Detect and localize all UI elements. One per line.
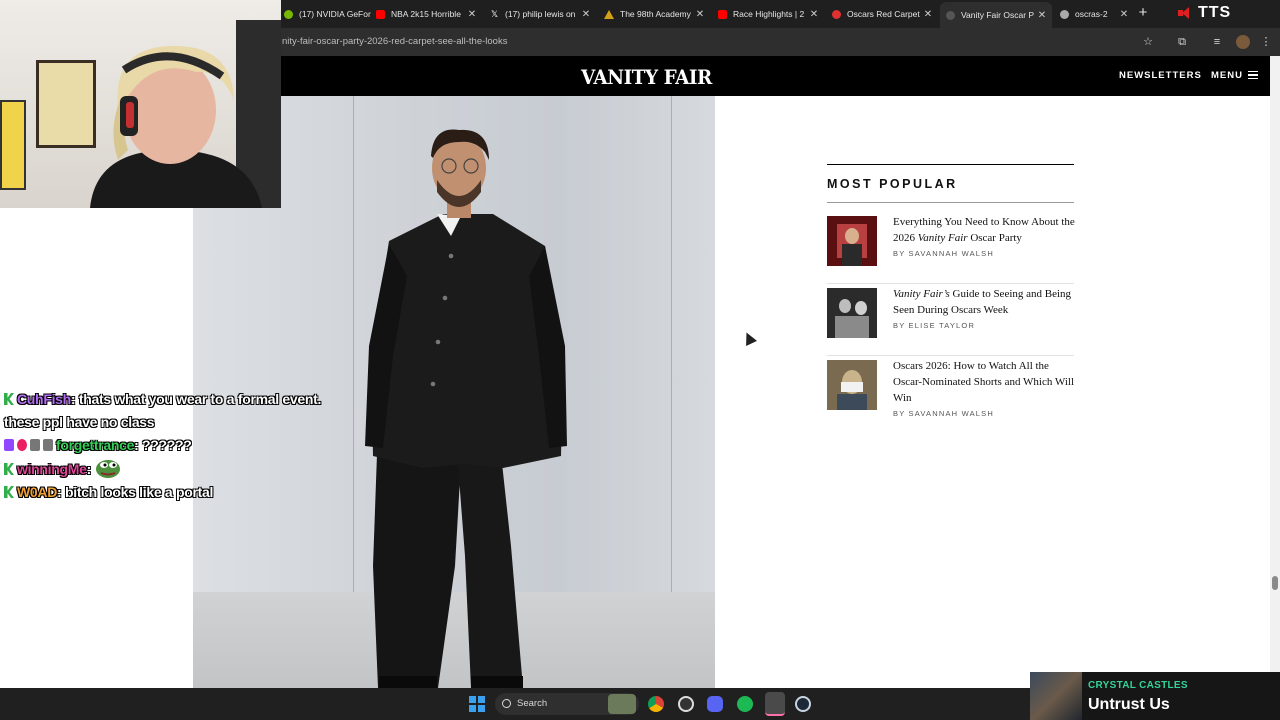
heart-badge-icon <box>17 439 27 451</box>
tab-title: Oscars Red Carpet <box>847 9 920 19</box>
youtube-icon <box>376 9 385 19</box>
popular-item[interactable]: Everything You Need to Know About the 20… <box>827 212 1075 284</box>
search-label: Search <box>517 698 548 709</box>
obs-icon[interactable] <box>678 696 694 712</box>
article-byline: BY ELISE TAYLOR <box>893 321 976 330</box>
tab-title: oscras-2 <box>1075 9 1108 19</box>
chat-text: ?????? <box>142 437 192 453</box>
section-heading: MOST POPULAR <box>827 177 1074 203</box>
now-playing-widget: CRYSTAL CASTLES Untrust Us <box>1030 672 1280 720</box>
chat-username: W0AD <box>17 484 58 500</box>
vf-icon <box>946 10 955 20</box>
most-popular-section: MOST POPULAR Everything You Need to Know… <box>827 164 1075 428</box>
article-thumbnail[interactable] <box>827 216 877 266</box>
search-icon <box>502 699 511 708</box>
tab-5[interactable]: Oscars Red Carpet ✕ <box>826 4 938 24</box>
sub-badge-icon <box>43 439 53 451</box>
menu-button[interactable]: MENU <box>1211 70 1243 81</box>
album-art <box>1030 672 1082 720</box>
mute-icon <box>1178 7 1192 19</box>
chrome-icon[interactable] <box>648 696 664 712</box>
article-byline: BY SAVANNAH WALSH <box>893 249 994 258</box>
tab-title: (17) NVIDIA GeFor <box>299 9 371 19</box>
popular-item[interactable]: Vanity Fair’s Guide to Seeing and Being … <box>827 284 1074 356</box>
more-menu-icon[interactable]: ⋮ <box>1259 35 1273 49</box>
kick-badge-icon <box>4 463 14 475</box>
chat-message: winningMe: <box>4 457 324 481</box>
close-icon[interactable]: ✕ <box>1036 10 1048 21</box>
app-icon[interactable] <box>765 692 785 716</box>
artist-name: CRYSTAL CASTLES <box>1088 680 1188 691</box>
tab-3[interactable]: The 98th Academy ✕ <box>598 4 710 24</box>
start-icon[interactable] <box>469 696 485 712</box>
hamburger-icon[interactable] <box>1248 71 1258 79</box>
bookmark-star-icon[interactable]: ☆ <box>1141 35 1155 49</box>
discord-icon[interactable] <box>707 696 723 712</box>
tts-label: TTS <box>1198 4 1232 21</box>
kick-badge-icon <box>4 393 14 405</box>
mouse-cursor-icon <box>741 330 757 346</box>
tab-2[interactable]: 𝕏 (17) philip lewis on ✕ <box>484 4 596 24</box>
x-icon: 𝕏 <box>490 8 499 19</box>
chat-username: winningMe <box>17 461 87 477</box>
link-icon <box>1060 9 1069 19</box>
media-icon[interactable]: ≡ <box>1210 35 1224 49</box>
close-icon[interactable]: ✕ <box>580 9 592 20</box>
close-icon[interactable]: ✕ <box>694 9 706 20</box>
popular-item[interactable]: Oscars 2026: How to Watch All the Oscar-… <box>827 356 1074 428</box>
widgets-icon[interactable] <box>608 694 636 714</box>
tts-indicator: TTS <box>1178 4 1231 22</box>
chat-username: CuhFish <box>17 391 71 407</box>
close-icon[interactable]: ✕ <box>1118 9 1130 20</box>
tab-title: Race Highlights | 2 <box>733 9 805 19</box>
pepe-emote-icon <box>95 460 120 478</box>
vf-icon <box>832 9 841 19</box>
sub-badge-icon <box>30 439 40 451</box>
warning-icon <box>604 9 614 19</box>
chat-message: W0AD: bitch looks like a portal <box>4 481 324 504</box>
article-title[interactable]: Everything You Need to Know About the 20… <box>893 214 1078 246</box>
nvidia-icon <box>284 9 293 19</box>
streamer-figure <box>90 45 262 208</box>
article-title[interactable]: Vanity Fair’s Guide to Seeing and Being … <box>893 286 1078 318</box>
scrollbar-thumb[interactable] <box>1272 576 1278 590</box>
site-logo[interactable]: VANITY FAIR <box>581 65 712 89</box>
article-thumbnail[interactable] <box>827 288 877 338</box>
page-scrollbar[interactable] <box>1270 56 1280 688</box>
tab-6-active[interactable]: Vanity Fair Oscar P ✕ <box>940 2 1052 28</box>
screen: (17) NVIDIA GeFor ✕ NBA 2k15 Horrible ✕ … <box>0 0 1280 720</box>
twitch-badge-icon <box>4 439 14 451</box>
extensions-icon[interactable]: ⧉ <box>1175 35 1189 49</box>
url-field[interactable]: nity-fair-oscar-party-2026-red-carpet-se… <box>282 36 507 47</box>
chat-username: forgettrance <box>56 437 135 453</box>
close-icon[interactable]: ✕ <box>808 9 820 20</box>
tab-4[interactable]: Race Highlights | 2 ✕ <box>712 4 824 24</box>
tab-title: The 98th Academy <box>620 9 691 19</box>
tab-title: (17) philip lewis on <box>505 9 576 19</box>
tab-title: NBA 2k15 Horrible <box>391 9 461 19</box>
close-icon[interactable]: ✕ <box>466 9 478 20</box>
tab-1[interactable]: NBA 2k15 Horrible ✕ <box>370 4 482 24</box>
article-byline: BY SAVANNAH WALSH <box>893 409 994 418</box>
track-title: Untrust Us <box>1088 696 1170 713</box>
close-icon[interactable]: ✕ <box>922 9 934 20</box>
kick-badge-icon <box>4 486 14 498</box>
article-title[interactable]: Oscars 2026: How to Watch All the Oscar-… <box>893 358 1078 406</box>
chat-text: bitch looks like a portal <box>64 484 214 500</box>
new-tab-button[interactable]: + <box>1136 4 1150 21</box>
tab-7[interactable]: oscras-2 ✕ <box>1054 4 1134 24</box>
article-thumbnail[interactable] <box>827 360 877 410</box>
webcam-overlay <box>0 0 281 208</box>
spotify-icon[interactable] <box>737 696 753 712</box>
chat-message: forgettrance: ?????? <box>4 434 324 457</box>
chat-overlay: CuhFish: thats what you wear to a formal… <box>4 388 324 504</box>
steam-icon[interactable] <box>795 696 811 712</box>
profile-avatar[interactable] <box>1236 35 1250 49</box>
tab-title: Vanity Fair Oscar P <box>961 10 1035 20</box>
newsletters-link[interactable]: NEWSLETTERS <box>1119 70 1202 81</box>
chat-message: CuhFish: thats what you wear to a formal… <box>4 391 322 430</box>
youtube-icon <box>718 9 727 19</box>
